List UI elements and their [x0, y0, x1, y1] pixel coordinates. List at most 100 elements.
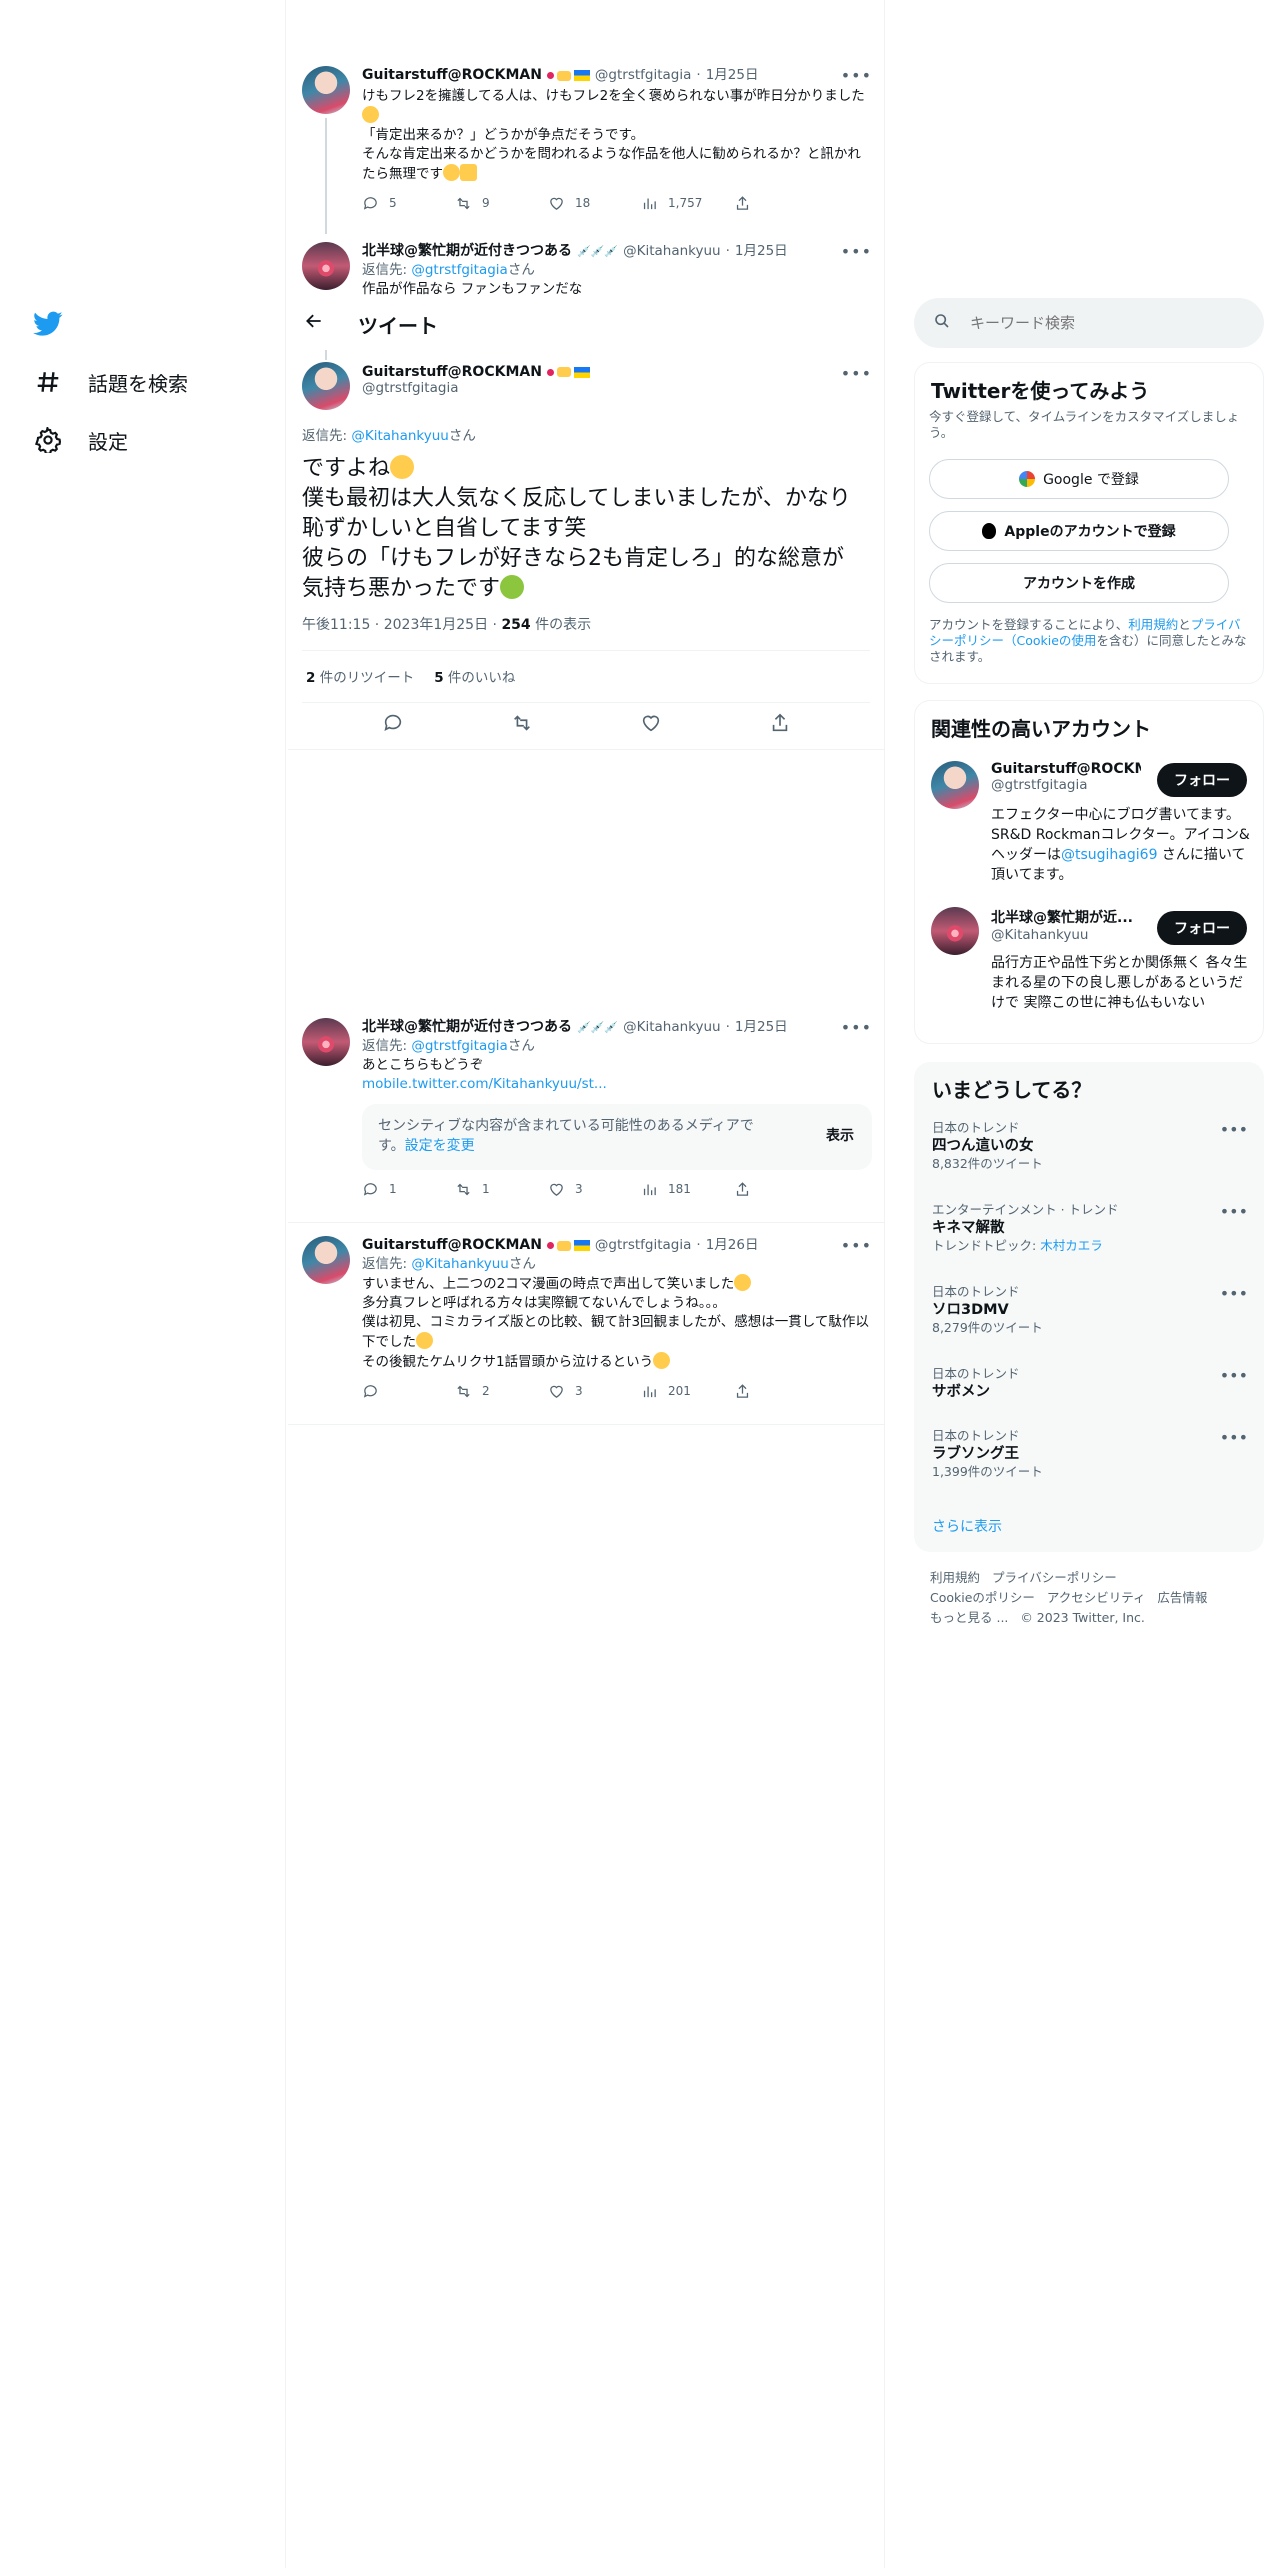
tweet-author-name[interactable]: 北半球@繁忙期が近付きつつある [362, 242, 572, 261]
bio-mention-link[interactable]: @tsugihagi69 [1061, 847, 1157, 863]
reply-to-link[interactable]: @gtrstfgitagia [411, 262, 507, 278]
trend-item[interactable]: 日本のトレンド 四つん這いの女 8,832件のツイート ••• [932, 1120, 1248, 1172]
trend-topic-link[interactable]: 木村カエラ [1040, 1238, 1103, 1253]
share-button[interactable] [769, 712, 791, 738]
tweet-author-handle[interactable]: @gtrstfgitagia [595, 1236, 691, 1255]
apple-signup-button[interactable]: Appleのアカウントで登録 [929, 511, 1229, 551]
avatar[interactable] [302, 1018, 350, 1066]
reply-button[interactable]: 5 [362, 194, 455, 213]
change-settings-link[interactable]: 設定を変更 [405, 1138, 475, 1154]
tweet-parent-1[interactable]: Guitarstuff@ROCKMAN @gtrstfgitagia · 1月2… [288, 60, 884, 234]
retweets-stat[interactable]: 2 件のリツイート [306, 666, 414, 686]
avatar[interactable] [302, 362, 350, 410]
like-button[interactable]: 3 [548, 1180, 641, 1199]
twitter-logo-link[interactable] [30, 306, 66, 342]
avatar[interactable] [302, 242, 350, 290]
nav-explore[interactable]: 話題を検索 [30, 364, 188, 400]
more-options-icon[interactable]: ••• [1220, 1120, 1248, 1139]
views-button[interactable]: 201 [641, 1382, 734, 1401]
back-arrow-icon[interactable] [304, 311, 324, 335]
tweet-author-handle[interactable]: @gtrstfgitagia [362, 380, 872, 396]
tweet-date[interactable]: 1月25日 [735, 1018, 788, 1037]
avatar[interactable] [931, 907, 979, 955]
reply-button[interactable] [362, 1383, 455, 1400]
reply-button[interactable] [382, 712, 404, 738]
more-options-icon[interactable]: ••• [1220, 1428, 1248, 1447]
reply-icon [363, 1385, 377, 1398]
tweet-full-date[interactable]: 2023年1月25日 [384, 617, 488, 633]
views-button[interactable]: 1,757 [641, 194, 734, 213]
trend-item[interactable]: 日本のトレンド ソロ3DMV 8,279件のツイート ••• [932, 1284, 1248, 1336]
footer-terms-link[interactable]: 利用規約 [930, 1570, 980, 1585]
tweet-author-handle[interactable]: @Kitahankyuu [623, 1018, 721, 1037]
trend-item[interactable]: エンターテインメント · トレンド キネマ解散 トレンドトピック: 木村カエラ … [932, 1202, 1248, 1254]
more-options-icon[interactable]: ••• [841, 242, 872, 261]
reply-to-link[interactable]: @gtrstfgitagia [411, 1038, 507, 1054]
more-options-icon[interactable]: ••• [841, 1236, 872, 1255]
footer-ads-link[interactable]: 広告情報 [1157, 1590, 1207, 1605]
reply-button[interactable]: 1 [362, 1180, 455, 1199]
more-options-icon[interactable]: ••• [1220, 1284, 1248, 1303]
retweet-button[interactable]: 9 [455, 194, 548, 213]
account-name: Guitarstuff@ROCKM... [991, 761, 1141, 777]
google-signup-button[interactable]: Google で登録 [929, 459, 1229, 499]
avatar[interactable] [302, 1236, 350, 1284]
tweet-author-name[interactable]: Guitarstuff@ROCKMAN [362, 66, 542, 85]
related-account-1[interactable]: Guitarstuff@ROCKM... @gtrstfgitagia [991, 761, 1141, 793]
more-options-icon[interactable]: ••• [841, 1018, 872, 1037]
more-options-icon[interactable]: ••• [1220, 1366, 1248, 1385]
thread-line [325, 118, 327, 234]
tweet-date[interactable]: 1月25日 [706, 66, 759, 85]
retweet-button[interactable]: 2 [455, 1382, 548, 1401]
avatar[interactable] [931, 761, 979, 809]
emoji-icon [500, 575, 525, 599]
tweet-author-name[interactable]: Guitarstuff@ROCKMAN [362, 364, 542, 380]
more-options-icon[interactable]: ••• [841, 66, 872, 85]
tweet-date[interactable]: 1月26日 [706, 1236, 759, 1255]
share-button[interactable] [734, 1383, 827, 1400]
show-media-button[interactable]: 表示 [826, 1126, 854, 1146]
tweet-reply-2[interactable]: Guitarstuff@ROCKMAN @gtrstfgitagia · 1月2… [288, 1228, 884, 1424]
like-button[interactable]: 18 [548, 194, 641, 213]
footer-cookie-link[interactable]: Cookieのポリシー [930, 1590, 1035, 1605]
tweet-author-handle[interactable]: @gtrstfgitagia [595, 66, 691, 85]
search-box[interactable] [914, 298, 1264, 348]
nav-settings[interactable]: 設定 [30, 422, 128, 458]
tweet-reply-1[interactable]: 北半球@繁忙期が近付きつつある 💉💉💉 @Kitahankyuu · 1月25日… [288, 1010, 884, 1222]
tweet-author-handle[interactable]: @Kitahankyuu [623, 242, 721, 261]
share-button[interactable] [734, 1181, 827, 1198]
avatar[interactable] [302, 66, 350, 114]
tweet-parent-2[interactable]: 北半球@繁忙期が近付きつつある 💉💉💉 @Kitahankyuu · 1月25日… [288, 236, 884, 296]
tweet-author-name[interactable]: Guitarstuff@ROCKMAN [362, 1236, 542, 1255]
tweet-date[interactable]: 1月25日 [735, 242, 788, 261]
search-input[interactable] [970, 314, 1210, 332]
tweet-link[interactable]: mobile.twitter.com/Kitahankyuu/st... [362, 1075, 872, 1094]
tweet-author-name[interactable]: 北半球@繁忙期が近付きつつある [362, 1018, 572, 1037]
badge-icons [546, 366, 590, 378]
tweet-time[interactable]: 午後11:15 [302, 617, 370, 633]
create-account-button[interactable]: アカウントを作成 [929, 563, 1229, 603]
show-more-link[interactable]: さらに表示 [932, 1516, 1002, 1536]
reply-to-link[interactable]: @Kitahankyuu [351, 428, 449, 444]
follow-button[interactable]: フォロー [1157, 911, 1247, 945]
retweet-button[interactable]: 1 [455, 1180, 548, 1199]
views-button[interactable]: 181 [641, 1180, 734, 1199]
like-button[interactable]: 3 [548, 1382, 641, 1401]
likes-stat[interactable]: 5 件のいいね [434, 666, 515, 686]
follow-button[interactable]: フォロー [1157, 763, 1247, 797]
trend-item[interactable]: 日本のトレンド ラブソング王 1,399件のツイート ••• [932, 1428, 1248, 1480]
like-button[interactable] [640, 712, 662, 738]
terms-link[interactable]: 利用規約 [1128, 617, 1178, 632]
footer-accessibility-link[interactable]: アクセシビリティ [1047, 1590, 1146, 1605]
more-options-icon[interactable]: ••• [841, 364, 872, 383]
reply-to-link[interactable]: @Kitahankyuu [411, 1256, 509, 1272]
more-options-icon[interactable]: ••• [1220, 1202, 1248, 1221]
trend-item[interactable]: 日本のトレンド サボメン ••• [932, 1366, 1248, 1402]
share-button[interactable] [734, 195, 827, 212]
retweet-button[interactable] [511, 712, 533, 738]
footer-more-link[interactable]: もっと見る ... [930, 1610, 1008, 1625]
account-name: 北半球@繁忙期が近... [991, 910, 1133, 926]
analytics-icon [643, 198, 656, 210]
related-account-2[interactable]: 北半球@繁忙期が近... @Kitahankyuu [991, 907, 1141, 943]
footer-privacy-link[interactable]: プライバシーポリシー [992, 1570, 1117, 1585]
